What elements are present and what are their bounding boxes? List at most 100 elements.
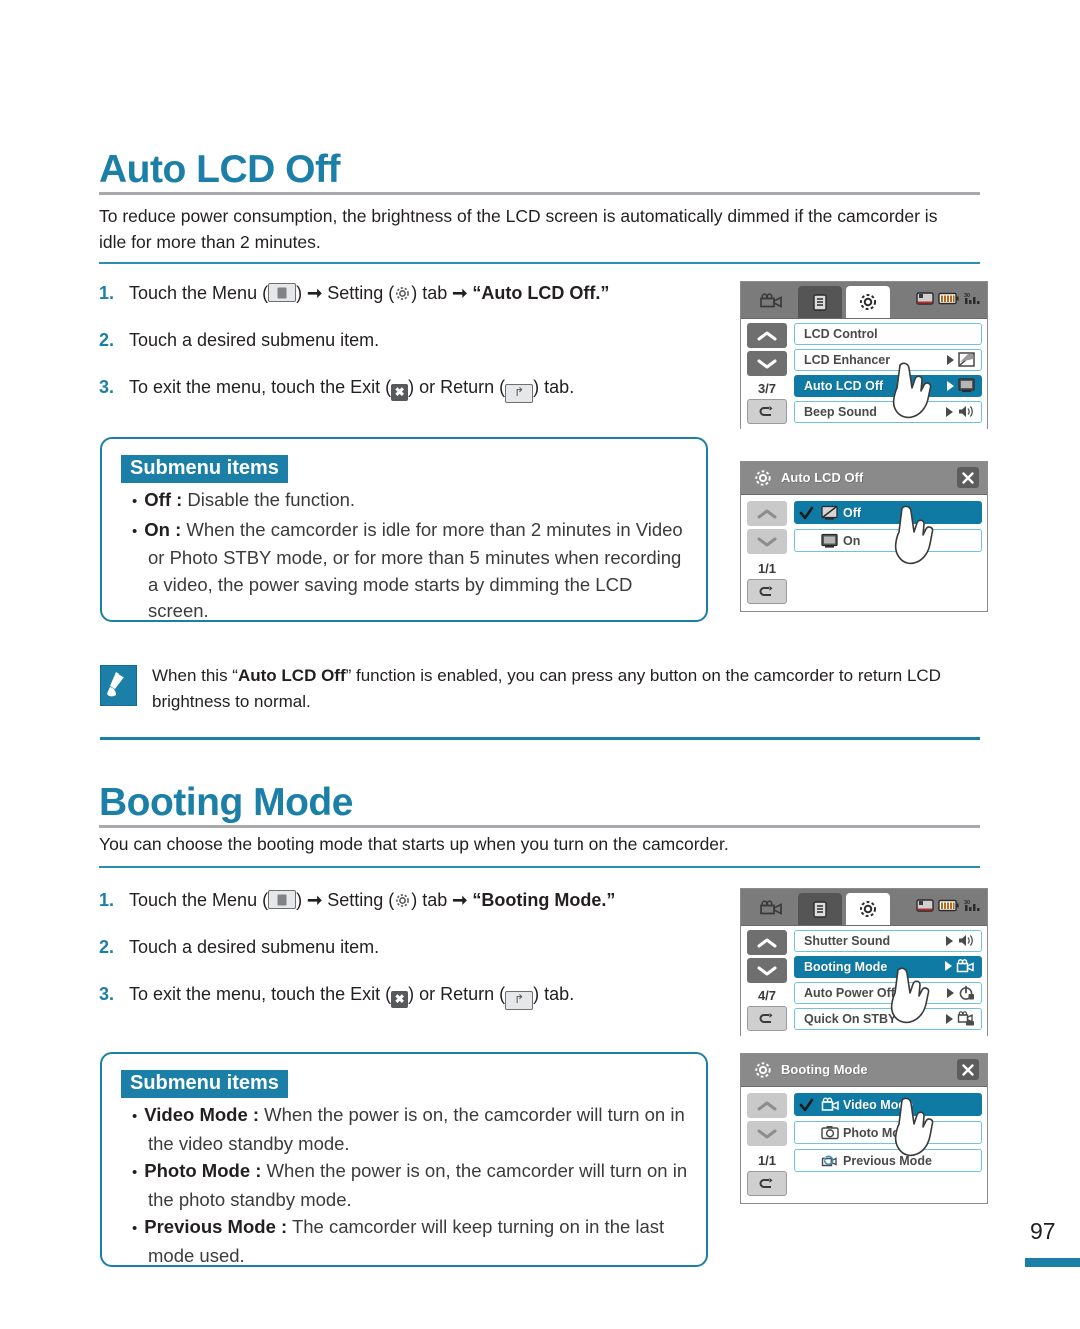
close-icon: ✖ (391, 991, 409, 1008)
page-number: 97 (1030, 1218, 1056, 1244)
menu-item-label: LCD Enhancer (804, 353, 891, 367)
return-button[interactable] (747, 399, 787, 424)
page-indicator: 1/1 (757, 1153, 777, 1168)
step-number: 1. (99, 890, 115, 910)
menu-item-lcd-enhancer[interactable]: LCD Enhancer (794, 349, 982, 371)
camcorder-icon (956, 959, 974, 973)
menu-item-label: Booting Mode (804, 960, 888, 974)
camera-icon (821, 1125, 839, 1145)
submenu-badge: Submenu items (121, 455, 288, 483)
option-body: 1/1 Video Mode Photo Mode Previous Mode (741, 1087, 987, 1201)
step-1: 1. Touch the Menu () ➞ Setting () tab ➞ … (99, 888, 729, 913)
option-previous-mode[interactable]: Previous Mode (794, 1149, 982, 1172)
manual-page: Auto LCD Off To reduce power consumption… (0, 0, 1080, 1329)
step-text-setting: Setting ( (327, 283, 395, 303)
recordable-count-icon: 30 (964, 900, 980, 911)
step-text-pre: Touch the Menu ( (129, 283, 269, 303)
option-label: Previous Mode (843, 1153, 932, 1168)
menu-item-quick-on-stby[interactable]: Quick On STBY (794, 1008, 982, 1030)
recordable-count-icon: 30 (964, 293, 980, 304)
page-number-bar (1025, 1258, 1080, 1267)
list-item: Off : Disable the function. (132, 487, 688, 516)
return-button[interactable] (747, 579, 787, 604)
step-text-pre: Touch the Menu ( (129, 890, 269, 910)
menu-item-label: Auto Power Off (804, 986, 895, 1000)
nav-column (747, 501, 787, 557)
steps-booting-mode: 1. Touch the Menu () ➞ Setting () tab ➞ … (99, 888, 729, 1032)
gear-icon (753, 468, 773, 493)
submenu-term: Video Mode : (144, 1104, 260, 1125)
step-text-mid: ) (296, 890, 308, 910)
lcd-off-disabled-icon (821, 505, 838, 526)
close-button[interactable] (957, 1059, 979, 1080)
menu-item-lcd-control[interactable]: LCD Control (794, 323, 982, 345)
section-divider (99, 866, 980, 868)
scroll-up-button[interactable] (747, 501, 787, 526)
scroll-up-button[interactable] (747, 930, 787, 955)
step-number: 1. (99, 283, 115, 303)
step-3: 3. To exit the menu, touch the Exit (✖) … (99, 375, 729, 403)
setting-tab[interactable] (846, 286, 890, 318)
memory-card-icon (916, 292, 934, 305)
setting-tab[interactable] (846, 893, 890, 925)
check-icon (799, 506, 814, 526)
option-photo-mode[interactable]: Photo Mode (794, 1121, 982, 1144)
camcorder-tab[interactable] (750, 286, 794, 318)
battery-icon (938, 292, 959, 305)
scroll-down-button[interactable] (747, 958, 787, 983)
scroll-down-button[interactable] (747, 351, 787, 376)
steps-auto-lcd-off: 1. Touch the Menu () ➞ Setting () tab ➞ … (99, 281, 729, 425)
list-item: On : When the camcorder is idle for more… (132, 517, 688, 625)
step-2: 2. Touch a desired submenu item. (99, 935, 729, 960)
submenu-list: Video Mode : When the power is on, the c… (102, 1102, 706, 1284)
play-arrow-icon (946, 406, 953, 417)
step-text: Touch a desired submenu item. (129, 330, 380, 350)
option-rows: Off On (794, 501, 982, 557)
option-on[interactable]: On (794, 529, 982, 552)
close-button[interactable] (957, 467, 979, 488)
list-item: Previous Mode : The camcorder will keep … (132, 1214, 688, 1269)
section-divider (99, 262, 980, 264)
option-title-bar: Auto LCD Off (741, 462, 987, 495)
quick-on-icon (957, 1011, 974, 1026)
menu-item-beep-sound[interactable]: Beep Sound (794, 401, 982, 423)
gear-icon (394, 284, 411, 301)
camcorder-tab[interactable] (750, 893, 794, 925)
step-text: Touch the Menu () ➞ Setting () tab ➞ “Au… (129, 281, 729, 306)
scroll-down-button[interactable] (747, 1121, 787, 1146)
submenu-term: Previous Mode : (144, 1216, 288, 1237)
playback-tab[interactable] (798, 893, 842, 925)
note-text-pre: When this “ (152, 666, 238, 685)
scroll-down-button[interactable] (747, 529, 787, 554)
scroll-up-button[interactable] (747, 1093, 787, 1118)
gear-icon (753, 1060, 773, 1085)
playback-tab[interactable] (798, 286, 842, 318)
menu-item-shutter-sound[interactable]: Shutter Sound (794, 930, 982, 952)
lcd-screen-icon (821, 533, 838, 554)
menu-item-auto-lcd-off[interactable]: Auto LCD Off (794, 375, 982, 397)
scroll-up-button[interactable] (747, 323, 787, 348)
option-off[interactable]: Off (794, 501, 982, 524)
return-button[interactable] (747, 1006, 787, 1031)
step-text-setting: Setting ( (327, 890, 395, 910)
menu-item-auto-power-off[interactable]: Auto Power Off (794, 982, 982, 1004)
power-off-icon (959, 985, 974, 1000)
lcd-menu-body: 3/7 LCD Control LCD Enhancer Auto LCD Of… (741, 319, 987, 430)
menu-item-booting-mode[interactable]: Booting Mode (794, 956, 982, 978)
menu-item-right (946, 404, 975, 419)
step-text-mid: ) (296, 283, 308, 303)
option-video-mode[interactable]: Video Mode (794, 1093, 982, 1116)
step-text-mid: ) or Return ( (408, 984, 506, 1004)
play-arrow-icon (945, 961, 952, 971)
lcd-screenshot-booting-mode-options: Booting Mode 1/1 Video Mode Photo Mode P… (740, 1053, 988, 1204)
play-arrow-icon (947, 987, 954, 998)
note-text-bold: Auto LCD Off (237, 666, 346, 685)
menu-item-right (947, 378, 975, 393)
option-body: 1/1 Off On (741, 495, 987, 609)
play-arrow-icon (947, 354, 954, 365)
nav-column (747, 1093, 787, 1149)
menu-item-right (946, 1011, 975, 1026)
close-icon: ✖ (391, 384, 409, 401)
option-label: Video Mode (843, 1097, 913, 1112)
return-button[interactable] (747, 1171, 787, 1196)
